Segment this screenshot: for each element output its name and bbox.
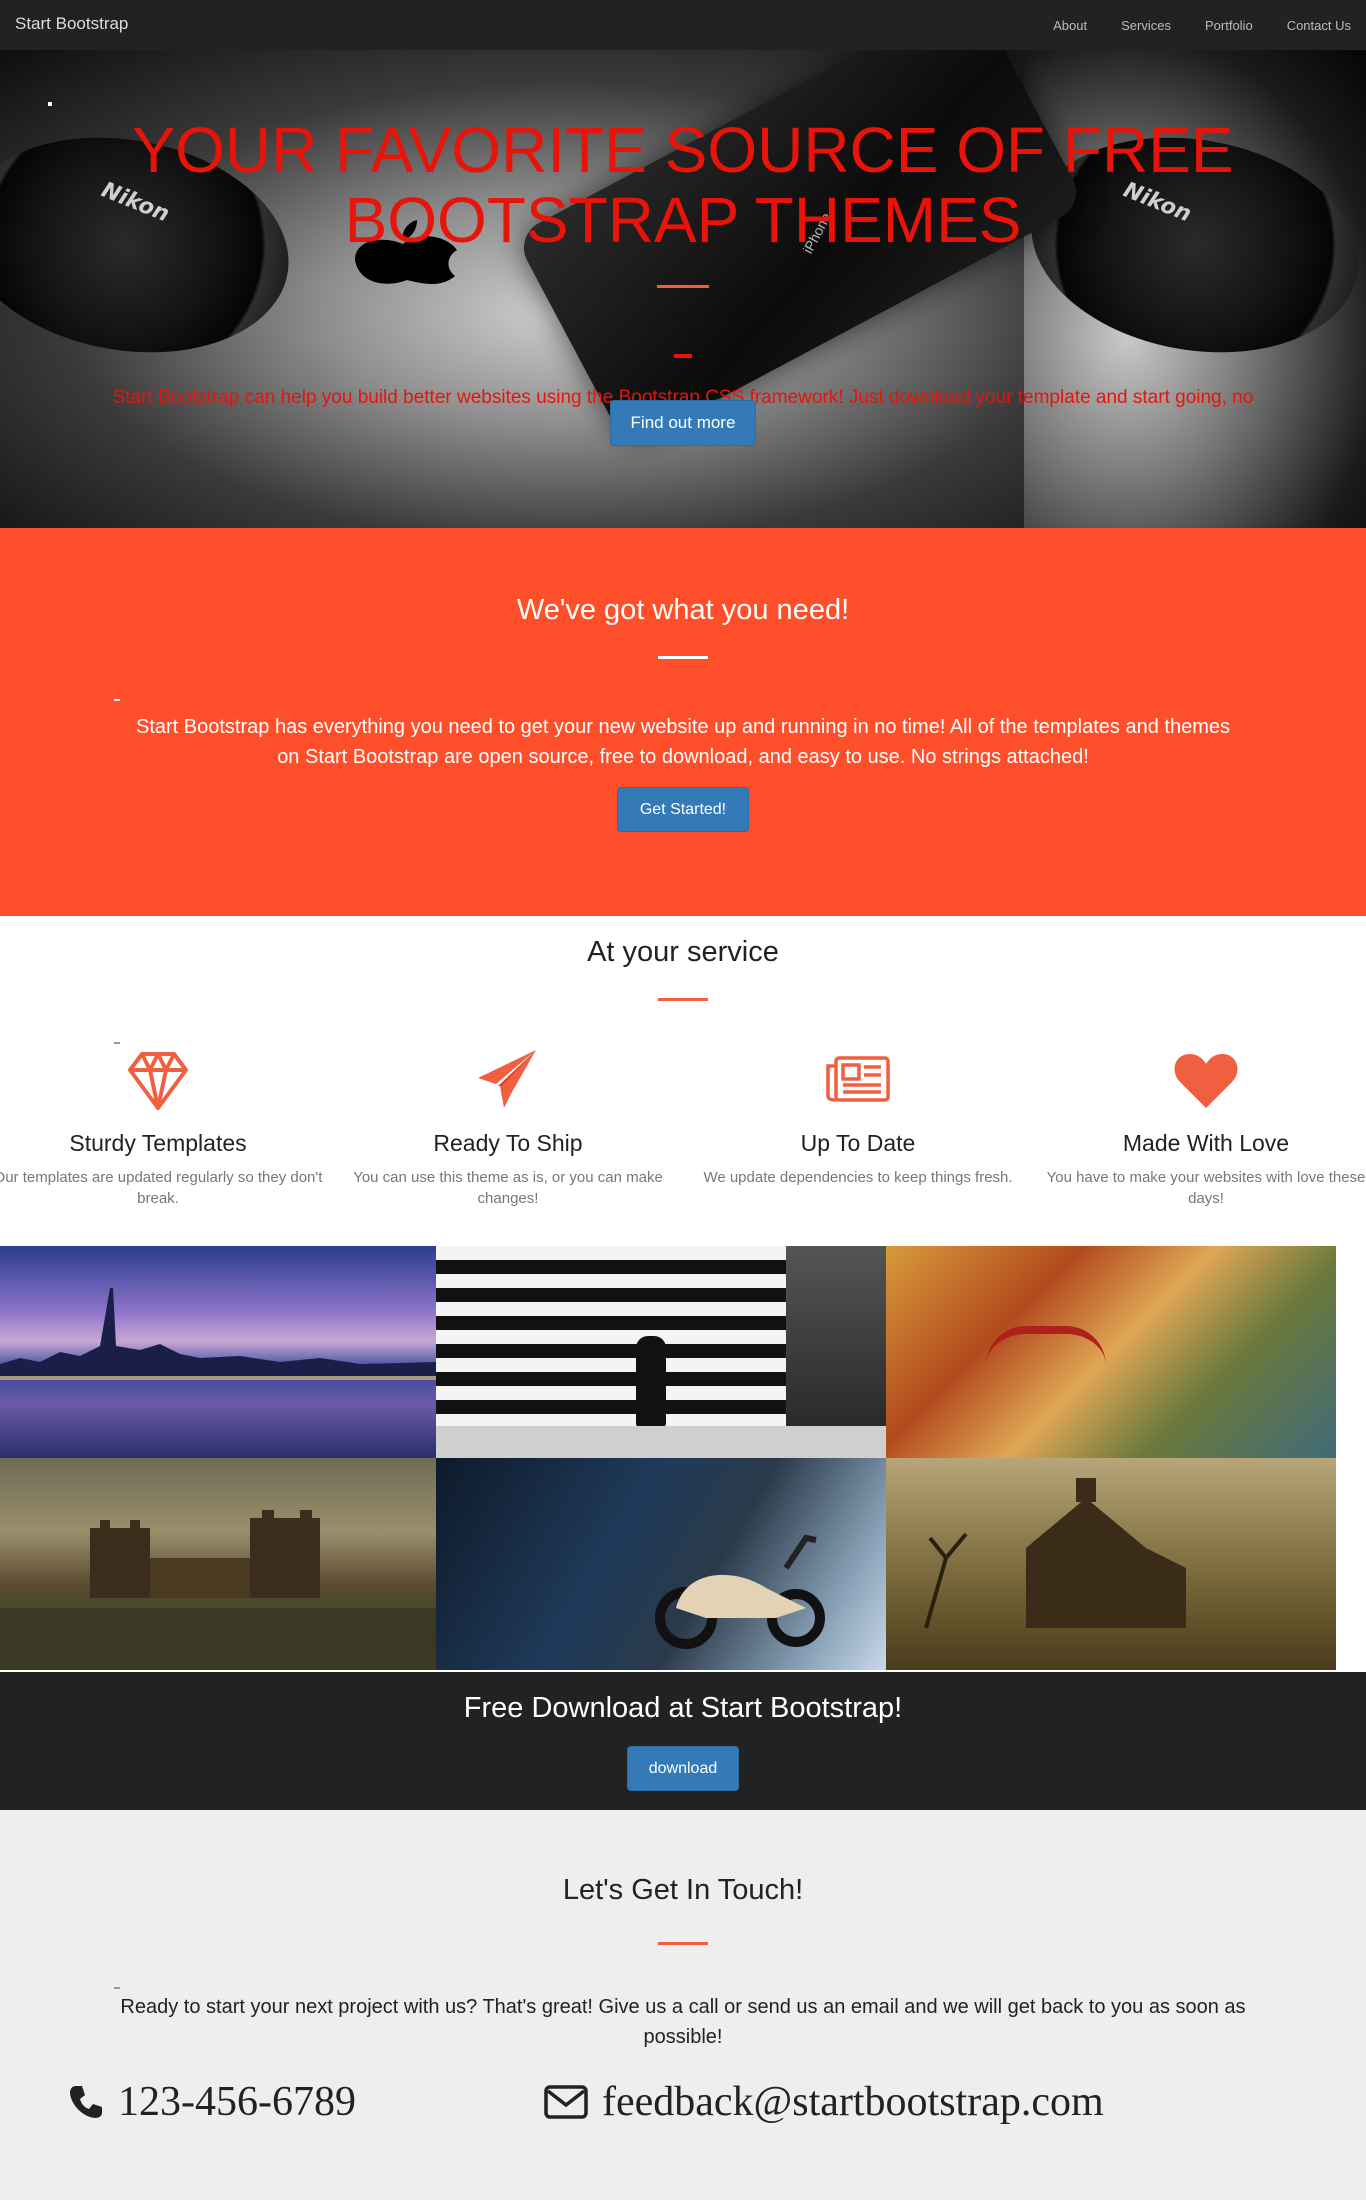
service-title: Made With Love	[1122, 1130, 1290, 1156]
phone-number[interactable]: 123-456-6789	[118, 2078, 356, 2126]
service-text: You can use this theme as is, or you can…	[353, 1169, 663, 1207]
service-title: Ready To Ship	[433, 1130, 583, 1156]
service-item: Ready To Ship You can use this theme as …	[338, 1046, 678, 1209]
phone-icon	[70, 2086, 102, 2118]
hero-small-mark	[674, 354, 692, 358]
find-out-more-button[interactable]: Find out more	[610, 400, 756, 446]
services-dot	[114, 1042, 120, 1044]
navbar: Start Bootstrap About Services Portfolio…	[0, 0, 1366, 50]
services-heading: At your service	[587, 936, 779, 968]
castle-image[interactable]	[0, 1458, 436, 1670]
hero-divider	[657, 285, 709, 288]
nav-links: About Services Portfolio Contact Us	[1019, 0, 1351, 50]
get-started-button[interactable]: Get Started!	[617, 787, 749, 832]
scooter-image[interactable]	[436, 1458, 886, 1670]
wooden-house-graphic	[924, 1478, 1186, 1629]
city-skyline-graphic	[0, 1288, 436, 1380]
service-item: Up To Date We update dependencies to kee…	[688, 1046, 1028, 1188]
service-text: We update dependencies to keep things fr…	[703, 1169, 1013, 1186]
portfolio-section	[0, 1246, 1366, 1672]
painted-canal-image[interactable]	[886, 1246, 1336, 1458]
nav-link-services[interactable]: Services	[1121, 18, 1171, 33]
service-text: You have to make your websites with love…	[1046, 1169, 1366, 1207]
contact-heading: Let's Get In Touch!	[562, 1874, 804, 1906]
nav-link-portfolio[interactable]: Portfolio	[1205, 18, 1253, 33]
email-address[interactable]: feedback@startbootstrap.com	[602, 2078, 1104, 2126]
hero-heading: YOUR FAVORITE SOURCE OF FREE BOOTSTRAP T…	[132, 114, 1234, 256]
service-item: Sturdy Templates Our templates are updat…	[0, 1046, 328, 1209]
about-text: Start Bootstrap has everything you need …	[136, 716, 1230, 768]
service-title: Up To Date	[800, 1130, 916, 1156]
contact-phone[interactable]: 123-456-6789	[68, 2078, 356, 2126]
newspaper-icon	[826, 1056, 890, 1102]
services-divider	[658, 998, 708, 1001]
contact-section: Let's Get In Touch! Ready to start your …	[0, 1810, 1366, 2200]
contact-divider	[658, 1942, 708, 1945]
contact-text: Ready to start your next project with us…	[120, 1996, 1246, 2048]
person-figure	[636, 1336, 666, 1426]
download-heading: Free Download at Start Bootstrap!	[463, 1692, 903, 1724]
about-divider	[658, 656, 708, 659]
about-dot	[114, 699, 120, 701]
service-text: Our templates are updated regularly so t…	[0, 1169, 323, 1207]
services-section: At your service Sturdy Templates Our tem…	[0, 916, 1366, 1246]
city-skyline-image[interactable]	[0, 1246, 436, 1458]
download-button[interactable]: download	[627, 1746, 739, 1791]
about-heading: We've got what you need!	[516, 594, 850, 626]
castle-graphic	[0, 1510, 436, 1670]
diamond-icon	[128, 1052, 188, 1110]
hero-section: Nikon Nikon iPhone iPad YOUR FAVORITE SO…	[0, 50, 1366, 528]
hero-dot	[48, 102, 52, 106]
sidewalk	[436, 1426, 886, 1458]
striped-wall-image[interactable]	[436, 1246, 886, 1458]
nav-link-contact[interactable]: Contact Us	[1287, 18, 1351, 33]
wooden-house-image[interactable]	[886, 1458, 1336, 1670]
nav-link-about[interactable]: About	[1053, 18, 1087, 33]
about-section: We've got what you need! Start Bootstrap…	[0, 528, 1366, 916]
heart-icon	[1174, 1054, 1238, 1108]
contact-dot	[114, 1987, 120, 1989]
download-section: Free Download at Start Bootstrap! downlo…	[0, 1672, 1366, 1810]
contact-email[interactable]: feedback@startbootstrap.com	[544, 2078, 1104, 2126]
bridge-shape	[986, 1326, 1106, 1366]
paper-plane-icon	[478, 1050, 536, 1108]
service-item: Made With Love You have to make your web…	[1036, 1046, 1366, 1209]
service-title: Sturdy Templates	[69, 1130, 247, 1156]
scooter-graphic	[655, 1534, 825, 1649]
envelope-icon	[544, 2085, 588, 2119]
navbar-brand[interactable]: Start Bootstrap	[15, 14, 128, 34]
